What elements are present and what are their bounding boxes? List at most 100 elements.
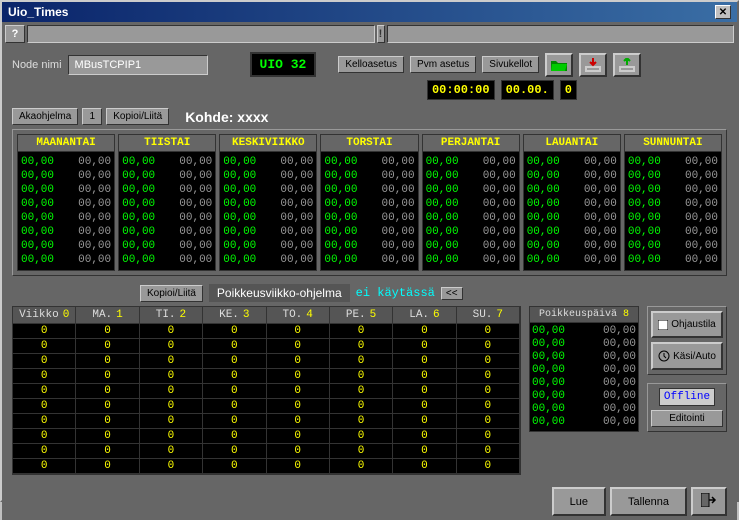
week-cell[interactable]: 0 [203, 384, 266, 398]
day-time-row[interactable]: 00,0000,00 [628, 211, 718, 225]
time-on[interactable]: 00,00 [21, 155, 54, 169]
pk-off[interactable]: 00,00 [603, 377, 636, 390]
day-time-row[interactable]: 00,0000,00 [122, 239, 212, 253]
time-off[interactable]: 00,00 [382, 197, 415, 211]
day-time-row[interactable]: 00,0000,00 [426, 183, 516, 197]
time-off[interactable]: 00,00 [179, 169, 212, 183]
editointi-button[interactable]: Editointi [651, 410, 723, 427]
day-time-row[interactable]: 00,0000,00 [122, 197, 212, 211]
day-time-row[interactable]: 00,0000,00 [324, 239, 414, 253]
week-cell[interactable]: 0 [457, 414, 520, 428]
time-off[interactable]: 00,00 [685, 225, 718, 239]
time-on[interactable]: 00,00 [324, 155, 357, 169]
day-time-row[interactable]: 00,0000,00 [324, 183, 414, 197]
time-off[interactable]: 00,00 [483, 197, 516, 211]
time-on[interactable]: 00,00 [426, 211, 459, 225]
week-row[interactable]: 00000000 [13, 339, 520, 354]
week-cell[interactable]: 0 [140, 399, 203, 413]
day-time-row[interactable]: 00,0000,00 [628, 197, 718, 211]
week-cell[interactable]: 0 [76, 399, 139, 413]
time-off[interactable]: 00,00 [382, 225, 415, 239]
time-off[interactable]: 00,00 [78, 155, 111, 169]
pk-on[interactable]: 00,00 [532, 364, 565, 377]
exception-nav-button[interactable]: << [441, 287, 463, 300]
time-off[interactable]: 00,00 [483, 253, 516, 267]
week-cell[interactable]: 0 [76, 444, 139, 458]
time-off[interactable]: 00,00 [685, 197, 718, 211]
day-time-row[interactable]: 00,0000,00 [223, 155, 313, 169]
week-cell[interactable]: 0 [13, 444, 76, 458]
time-off[interactable]: 00,00 [179, 239, 212, 253]
time-on[interactable]: 00,00 [527, 225, 560, 239]
time-on[interactable]: 00,00 [628, 211, 661, 225]
week-cell[interactable]: 0 [76, 339, 139, 353]
day-time-row[interactable]: 00,0000,00 [21, 211, 111, 225]
pk-row[interactable]: 00,0000,00 [532, 403, 636, 416]
time-on[interactable]: 00,00 [223, 197, 256, 211]
week-cell[interactable]: 0 [330, 384, 393, 398]
pk-on[interactable]: 00,00 [532, 390, 565, 403]
time-off[interactable]: 00,00 [483, 155, 516, 169]
week-cell[interactable]: 0 [13, 414, 76, 428]
day-time-row[interactable]: 00,0000,00 [122, 253, 212, 267]
time-on[interactable]: 00,00 [527, 239, 560, 253]
copy-paste-button[interactable]: Kopioi/Liitä [106, 108, 169, 125]
day-time-row[interactable]: 00,0000,00 [21, 197, 111, 211]
week-cell[interactable]: 0 [203, 444, 266, 458]
week-cell[interactable]: 0 [330, 459, 393, 473]
time-off[interactable]: 00,00 [584, 169, 617, 183]
week-cell[interactable]: 0 [393, 339, 456, 353]
week-cell[interactable]: 0 [393, 369, 456, 383]
time-on[interactable]: 00,00 [324, 253, 357, 267]
week-cell[interactable]: 0 [13, 324, 76, 338]
time-on[interactable]: 00,00 [324, 211, 357, 225]
time-off[interactable]: 00,00 [280, 197, 313, 211]
time-off[interactable]: 00,00 [584, 211, 617, 225]
time-on[interactable]: 00,00 [628, 239, 661, 253]
time-on[interactable]: 00,00 [21, 253, 54, 267]
day-time-row[interactable]: 00,0000,00 [223, 239, 313, 253]
week-cell[interactable]: 0 [13, 429, 76, 443]
day-time-row[interactable]: 00,0000,00 [324, 211, 414, 225]
time-off[interactable]: 00,00 [382, 183, 415, 197]
week-cell[interactable]: 0 [457, 324, 520, 338]
week-cell[interactable]: 0 [267, 444, 330, 458]
day-time-row[interactable]: 00,0000,00 [426, 197, 516, 211]
week-cell[interactable]: 0 [76, 429, 139, 443]
time-off[interactable]: 00,00 [685, 253, 718, 267]
week-cell[interactable]: 0 [267, 339, 330, 353]
time-off[interactable]: 00,00 [483, 183, 516, 197]
time-off[interactable]: 00,00 [78, 253, 111, 267]
day-time-row[interactable]: 00,0000,00 [21, 183, 111, 197]
time-on[interactable]: 00,00 [527, 169, 560, 183]
day-time-row[interactable]: 00,0000,00 [628, 253, 718, 267]
week-cell[interactable]: 0 [267, 324, 330, 338]
week-cell[interactable]: 0 [457, 339, 520, 353]
day-time-row[interactable]: 00,0000,00 [324, 253, 414, 267]
week-cell[interactable]: 0 [267, 414, 330, 428]
week-cell[interactable]: 0 [13, 384, 76, 398]
week-cell[interactable]: 0 [140, 324, 203, 338]
pk-row[interactable]: 00,0000,00 [532, 338, 636, 351]
week-cell[interactable]: 0 [203, 339, 266, 353]
week-cell[interactable]: 0 [330, 414, 393, 428]
week-cell[interactable]: 0 [140, 429, 203, 443]
time-on[interactable]: 00,00 [122, 155, 155, 169]
time-on[interactable]: 00,00 [223, 239, 256, 253]
time-off[interactable]: 00,00 [78, 239, 111, 253]
day-time-row[interactable]: 00,0000,00 [122, 155, 212, 169]
week-cell[interactable]: 0 [140, 444, 203, 458]
pk-on[interactable]: 00,00 [532, 377, 565, 390]
week-cell[interactable]: 0 [393, 414, 456, 428]
week-cell[interactable]: 0 [203, 324, 266, 338]
week-cell[interactable]: 0 [267, 429, 330, 443]
time-on[interactable]: 00,00 [426, 253, 459, 267]
pk-row[interactable]: 00,0000,00 [532, 325, 636, 338]
time-off[interactable]: 00,00 [78, 169, 111, 183]
day-time-row[interactable]: 00,0000,00 [527, 183, 617, 197]
akaohjelma-button[interactable]: Akaohjelma [12, 108, 78, 125]
day-time-row[interactable]: 00,0000,00 [324, 225, 414, 239]
day-time-row[interactable]: 00,00 00,00 [527, 169, 617, 183]
day-time-row[interactable]: 00,0000,00 [223, 211, 313, 225]
clock-settings-button[interactable]: Kelloasetus [338, 56, 404, 73]
